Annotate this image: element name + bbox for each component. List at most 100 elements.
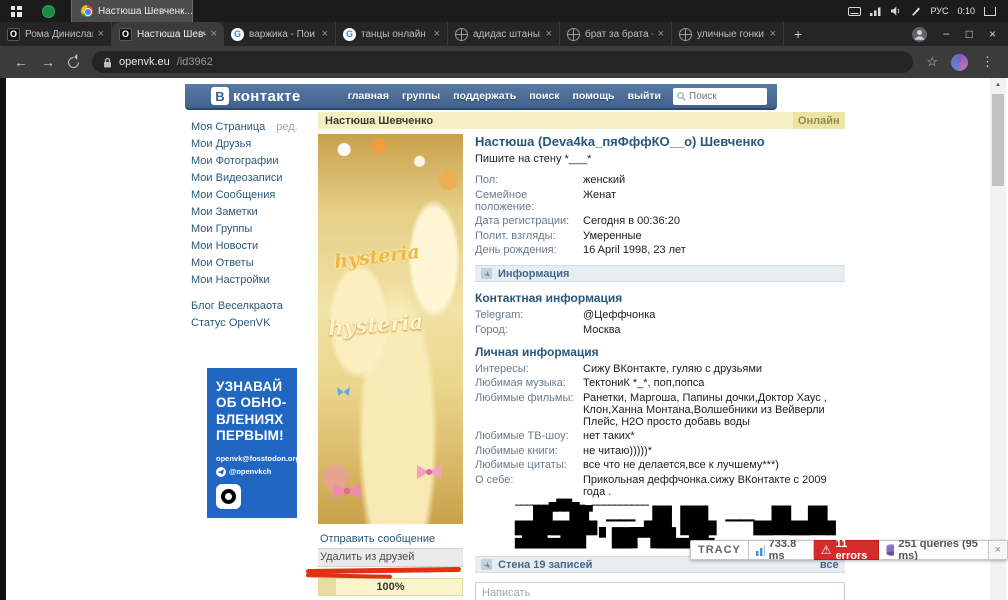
browser-tab-active[interactable]: O Настюша Шевчен × bbox=[112, 22, 224, 46]
profile-field-row: День рождения: 16 April 1998, 23 лет bbox=[475, 244, 686, 256]
page-scrollbar[interactable]: ▲ bbox=[990, 78, 1006, 600]
tab-close-icon[interactable]: × bbox=[322, 28, 328, 40]
sidebar-item-notes[interactable]: Мои Заметки bbox=[191, 203, 318, 220]
profile-field-row: Семейное положение: Женат bbox=[475, 188, 617, 213]
wall-all-link[interactable]: все bbox=[820, 559, 839, 571]
pen-icon[interactable] bbox=[911, 6, 921, 16]
new-tab-button[interactable]: + bbox=[794, 26, 802, 42]
sidebar-item-friends[interactable]: Мои Друзья bbox=[191, 135, 318, 152]
tracy-time-panel[interactable]: 733.8 ms bbox=[748, 540, 814, 560]
tracy-label[interactable]: TRACY bbox=[690, 540, 749, 560]
nav-help[interactable]: помощь bbox=[573, 90, 615, 102]
sidebar-item-messages[interactable]: Мои Сообщения bbox=[191, 186, 318, 203]
tab-close-icon[interactable]: × bbox=[658, 28, 664, 40]
start-button[interactable] bbox=[0, 0, 32, 22]
language-indicator[interactable]: РУС bbox=[930, 6, 948, 16]
url-path: /id3962 bbox=[176, 56, 213, 68]
tab-close-icon[interactable]: × bbox=[434, 28, 440, 40]
sidebar-item-answers[interactable]: Мои Ответы bbox=[191, 254, 318, 271]
menu-kebab-icon[interactable]: ⋮ bbox=[981, 54, 994, 70]
browser-tab[interactable]: брат за брата - Г × bbox=[560, 22, 672, 46]
scroll-up-arrow[interactable]: ▲ bbox=[990, 78, 1006, 91]
information-section-header: Информация bbox=[475, 265, 845, 282]
openvk-logo-icon bbox=[216, 483, 241, 509]
browser-tab[interactable]: G танцы онлайн - П × bbox=[336, 22, 448, 46]
browser-profile-avatar[interactable] bbox=[951, 53, 968, 71]
minimize-button[interactable]: − bbox=[943, 27, 950, 41]
wall-write-input[interactable] bbox=[475, 582, 845, 600]
keyboard-icon[interactable] bbox=[848, 6, 862, 16]
tracy-debug-bar: TRACY 733.8 ms ⚠ 11 errors 251 queries (… bbox=[690, 540, 1008, 560]
close-window-button[interactable]: × bbox=[989, 27, 996, 41]
taskbar-chrome-window[interactable]: Настюша Шевченк... bbox=[71, 0, 193, 22]
scrollbar-thumb[interactable] bbox=[992, 94, 1004, 186]
sidebar-item-settings[interactable]: Мои Настройки bbox=[191, 271, 318, 288]
tab-close-icon[interactable]: × bbox=[98, 28, 104, 40]
edit-link[interactable]: ред. bbox=[276, 121, 297, 133]
send-message-link[interactable]: Отправить сообщение bbox=[318, 531, 463, 548]
maximize-button[interactable]: □ bbox=[966, 27, 973, 41]
profile-status[interactable]: Пишите на стену *___* bbox=[475, 153, 845, 165]
bookmark-star-icon[interactable]: ☆ bbox=[926, 54, 938, 70]
bar-chart-icon bbox=[755, 545, 765, 556]
photo-overlay-text: hysteria bbox=[327, 308, 424, 341]
browser-tab[interactable]: уличные гонки - × bbox=[672, 22, 784, 46]
browser-tab[interactable]: G варжика - Пои × bbox=[224, 22, 336, 46]
volume-icon[interactable] bbox=[891, 6, 902, 16]
browser-tab[interactable]: адидас штаны ку × bbox=[448, 22, 560, 46]
profile-info-column: Настюша (Deva4ka_пяФффКО__о) Шевченко Пи… bbox=[463, 134, 846, 600]
tab-close-icon[interactable]: × bbox=[211, 28, 217, 40]
tracy-close-icon[interactable]: × bbox=[988, 540, 1008, 560]
globe-favicon bbox=[567, 27, 580, 41]
network-signal-icon[interactable] bbox=[870, 7, 882, 16]
taskbar-app-icon-green[interactable] bbox=[42, 4, 55, 18]
butterfly-decoration-icon bbox=[337, 387, 350, 396]
browser-tab[interactable]: O Рома Динислам × bbox=[0, 22, 112, 46]
vk-logo[interactable]: В контакте bbox=[211, 87, 301, 105]
sidebar-item-status[interactable]: Статус OpenVK bbox=[191, 314, 318, 331]
openvk-favicon: O bbox=[7, 27, 20, 41]
tab-title: Рома Динислам bbox=[25, 28, 93, 40]
telegram-icon bbox=[216, 466, 226, 477]
sidebar-item-news[interactable]: Мои Новости bbox=[191, 237, 318, 254]
clock[interactable]: 0:10 bbox=[957, 6, 975, 16]
tracy-errors-panel[interactable]: ⚠ 11 errors bbox=[813, 540, 879, 560]
address-bar[interactable]: openvk.eu/id3962 bbox=[92, 51, 914, 73]
tab-close-icon[interactable]: × bbox=[546, 28, 552, 40]
nav-donate[interactable]: поддержать bbox=[453, 90, 516, 102]
system-tray: РУС 0:10 bbox=[848, 6, 1008, 16]
back-button[interactable]: ← bbox=[14, 54, 28, 70]
nav-search[interactable]: поиск bbox=[529, 90, 559, 102]
bow-decoration-icon bbox=[333, 483, 361, 499]
profile-avatar-icon[interactable] bbox=[911, 26, 927, 42]
profile-photo-column: hysteria hysteria Отправить сообщение Уд… bbox=[305, 134, 463, 600]
nav-logout[interactable]: выйти bbox=[628, 90, 661, 102]
personal-field-row: О себе: Прикольная деффчонка.сижу ВКонтак… bbox=[475, 473, 827, 498]
personal-field-row: Любимые цитаты: все что не делается,все к… bbox=[475, 459, 779, 471]
sidebar-item-blog[interactable]: Блог Веселкраота bbox=[191, 297, 318, 314]
search-input[interactable] bbox=[689, 90, 759, 102]
contact-info-heading: Контактная информация bbox=[475, 291, 623, 305]
sidebar-item-photos[interactable]: Мои Фотографии bbox=[191, 152, 318, 169]
tracy-queries-panel[interactable]: 251 queries (95 ms) bbox=[878, 540, 989, 560]
vk-search-box[interactable] bbox=[673, 87, 767, 105]
profile-photo[interactable]: hysteria hysteria bbox=[318, 134, 463, 524]
warning-icon: ⚠ bbox=[820, 543, 832, 557]
nav-groups[interactable]: группы bbox=[402, 90, 440, 102]
contact-field-row: Telegram: @Цеффчонка bbox=[475, 309, 656, 321]
sidebar-item-my-page[interactable]: Моя Страница ред. bbox=[191, 118, 318, 135]
browser-tab-strip: O Рома Динислам × O Настюша Шевчен × G в… bbox=[0, 22, 1008, 46]
tab-close-icon[interactable]: × bbox=[770, 28, 776, 40]
sidebar-item-videos[interactable]: Мои Видеозаписи bbox=[191, 169, 318, 186]
wall-title: Стена 19 записей bbox=[498, 558, 593, 571]
profile-title-bar: Настюша Шевченко Онлайн bbox=[318, 112, 845, 129]
remove-friend-button[interactable]: Удалить из друзей bbox=[318, 548, 463, 567]
reload-button[interactable] bbox=[65, 54, 82, 70]
section-icon bbox=[481, 268, 492, 279]
openvk-ad-banner[interactable]: УЗНАВАЙ ОБ ОБНО- ВЛЕНИЯХ ПЕРВЫМ! openvk@… bbox=[207, 368, 300, 518]
tab-title: адидас штаны ку bbox=[473, 28, 541, 40]
sidebar-item-groups[interactable]: Мои Группы bbox=[191, 220, 318, 237]
nav-home[interactable]: главная bbox=[348, 90, 389, 102]
touch-keyboard-icon[interactable] bbox=[984, 6, 996, 16]
forward-button[interactable]: → bbox=[41, 54, 55, 70]
